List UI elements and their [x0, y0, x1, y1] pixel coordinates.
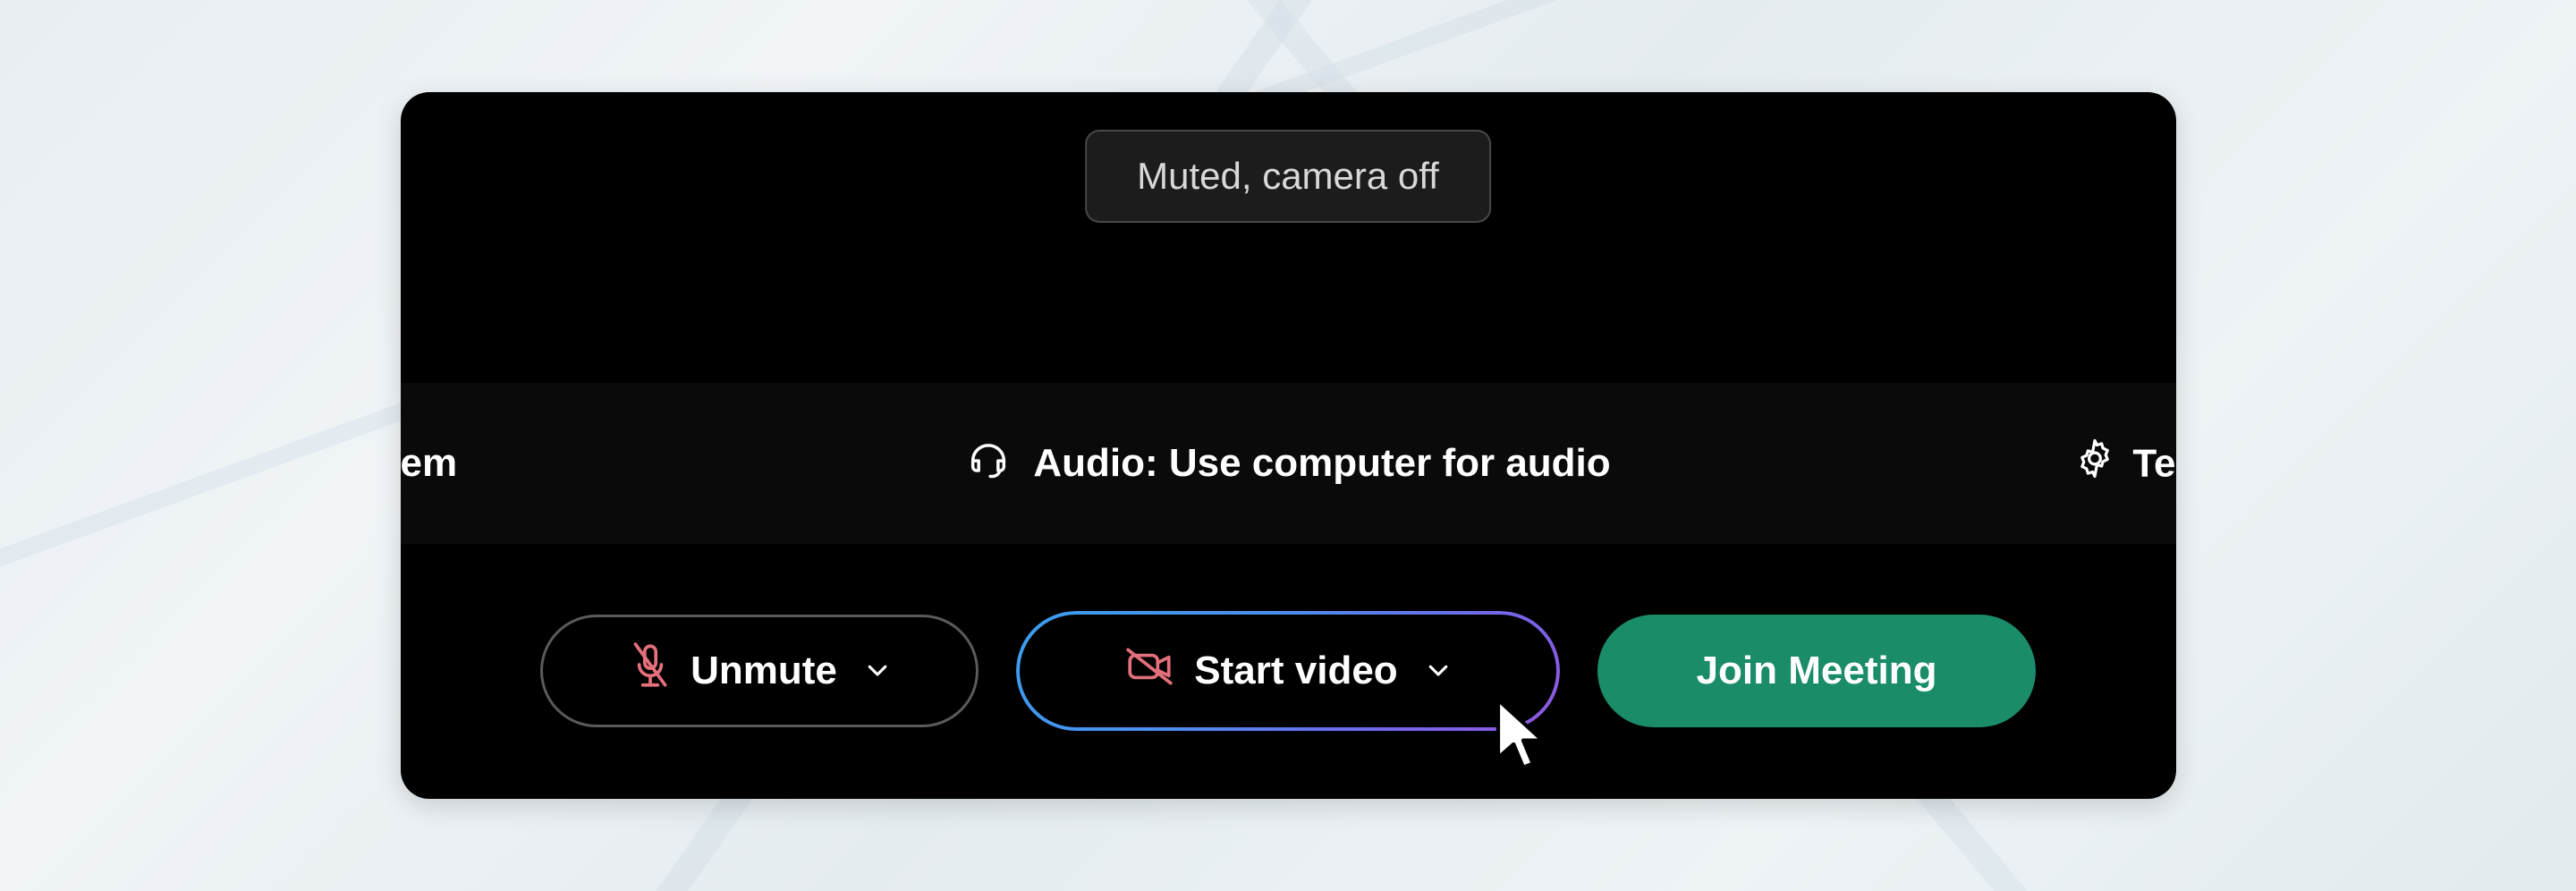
- status-text: Muted, camera off: [1137, 155, 1439, 197]
- right-option-label: Te: [2132, 441, 2175, 486]
- microphone-muted-icon: [628, 641, 673, 702]
- audio-option-label: Audio: Use computer for audio: [1033, 441, 1610, 486]
- right-option-fragment[interactable]: Te: [2073, 437, 2175, 490]
- chevron-down-icon: [864, 649, 891, 693]
- unmute-label: Unmute: [691, 649, 837, 693]
- camera-off-icon: [1124, 645, 1176, 698]
- gear-icon: [2073, 437, 2116, 490]
- left-option-fragment: em: [401, 441, 458, 486]
- unmute-button[interactable]: Unmute: [540, 615, 979, 727]
- controls-row: Unmute Start video: [401, 615, 2176, 727]
- audio-option-button[interactable]: Audio: Use computer for audio: [965, 436, 1610, 492]
- status-badge: Muted, camera off: [1085, 130, 1491, 223]
- join-label: Join Meeting: [1697, 649, 1937, 693]
- join-meeting-button[interactable]: Join Meeting: [1597, 615, 2036, 727]
- start-video-button[interactable]: Start video: [1020, 615, 1556, 727]
- start-video-label: Start video: [1194, 649, 1397, 693]
- meeting-join-panel: Muted, camera off em Audio: Use computer…: [401, 92, 2176, 799]
- headset-icon: [965, 436, 1012, 492]
- chevron-down-icon: [1425, 649, 1452, 693]
- options-bar: em Audio: Use computer for audio Te: [401, 383, 2176, 544]
